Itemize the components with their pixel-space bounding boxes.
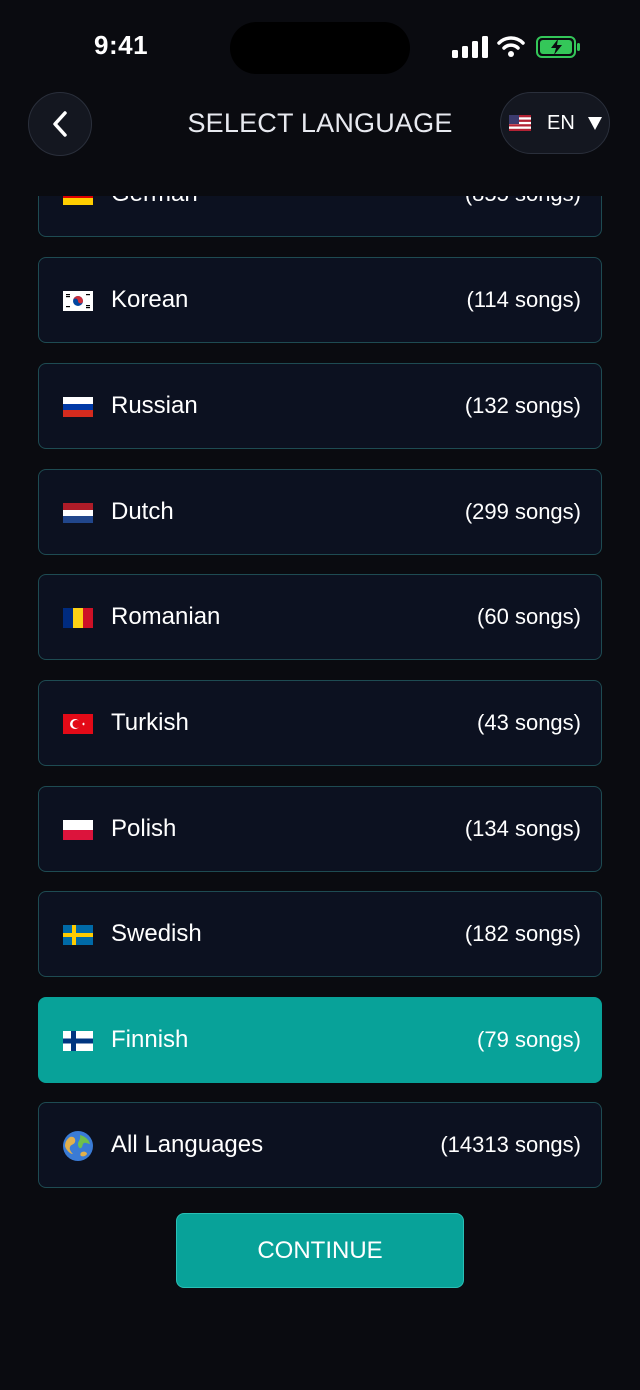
swedish-flag-icon xyxy=(63,925,93,945)
language-name: Korean xyxy=(111,286,189,313)
song-count: (60 songs) xyxy=(477,604,581,629)
language-name: German xyxy=(111,196,198,208)
wifi-icon xyxy=(497,36,525,57)
song-count: (855 songs) xyxy=(465,196,581,207)
russian-flag-icon xyxy=(63,397,93,417)
app-language-code: EN xyxy=(547,112,575,134)
dutch-flag-icon xyxy=(63,503,93,523)
language-list[interactable]: German (855 songs) Korean (114 songs) Ru… xyxy=(0,196,640,1196)
language-name: Polish xyxy=(111,815,177,842)
language-name: Russian xyxy=(111,392,198,419)
romanian-flag-icon xyxy=(63,608,93,628)
language-name: Finnish xyxy=(111,1026,189,1053)
language-item-turkish[interactable]: Turkish (43 songs) xyxy=(38,680,602,766)
language-item-finnish-selected[interactable]: Finnish (79 songs) xyxy=(38,997,602,1083)
song-count: (132 songs) xyxy=(464,393,581,418)
language-name: Romanian xyxy=(111,603,221,630)
language-name: Turkish xyxy=(111,709,189,736)
song-count: (14313 songs) xyxy=(440,1132,581,1157)
song-count: (114 songs) xyxy=(466,287,581,312)
song-count: (43 songs) xyxy=(477,710,581,735)
continue-button[interactable]: CONTINUE xyxy=(176,1213,464,1288)
song-count: (182 songs) xyxy=(464,921,581,946)
song-count: (79 songs) xyxy=(477,1027,581,1052)
language-item-all-languages[interactable]: All Languages (14313 songs) xyxy=(38,1102,602,1188)
german-flag-icon xyxy=(63,196,93,205)
caret-down-icon xyxy=(588,117,602,130)
language-name: All Languages xyxy=(111,1131,264,1158)
status-time: 9:41 xyxy=(94,30,149,60)
korean-flag-icon xyxy=(63,291,93,311)
finnish-flag-icon xyxy=(63,1031,93,1051)
language-name: Swedish xyxy=(111,920,202,947)
language-item-korean[interactable]: Korean (114 songs) xyxy=(38,257,602,343)
battery-charging-icon xyxy=(536,36,580,58)
cellular-signal-icon xyxy=(452,36,488,58)
dynamic-island xyxy=(230,22,410,74)
language-item-german[interactable]: German (855 songs) xyxy=(38,196,602,237)
polish-flag-icon xyxy=(63,820,93,840)
language-name: Dutch xyxy=(111,498,174,525)
status-bar: 9:41 xyxy=(0,0,640,96)
globe-icon xyxy=(63,1131,93,1161)
app-language-selector[interactable]: EN xyxy=(500,92,610,154)
song-count: (134 songs) xyxy=(464,816,581,841)
language-item-romanian[interactable]: Romanian (60 songs) xyxy=(38,574,602,660)
turkish-flag-icon xyxy=(63,714,93,734)
language-item-dutch[interactable]: Dutch (299 songs) xyxy=(38,469,602,555)
song-count: (299 songs) xyxy=(464,499,581,524)
app-header: SELECT LANGUAGE EN xyxy=(0,84,640,196)
language-item-russian[interactable]: Russian (132 songs) xyxy=(38,363,602,449)
language-item-swedish[interactable]: Swedish (182 songs) xyxy=(38,891,602,977)
language-item-polish[interactable]: Polish (134 songs) xyxy=(38,786,602,872)
us-flag-icon xyxy=(509,115,531,131)
